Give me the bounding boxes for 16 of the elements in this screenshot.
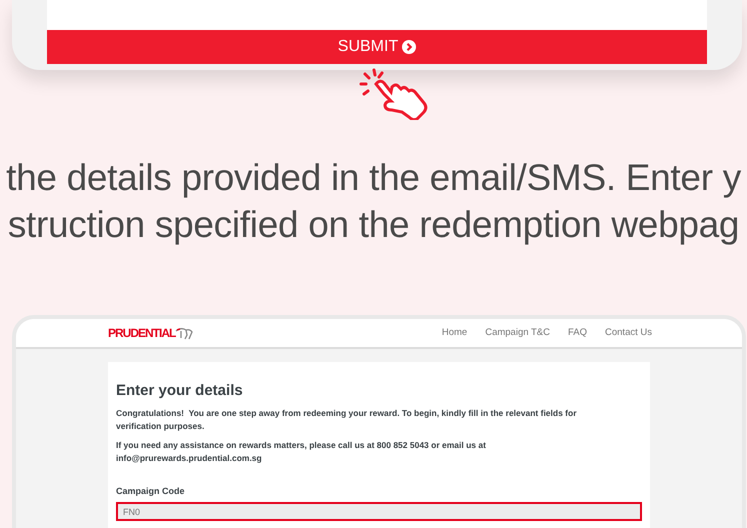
info-paragraph: Congratulations! You are one step away from redeeming your reward. To begin, kindly fill in the relevant fields for verification purposes. bbox=[116, 406, 578, 432]
instruction-text: the details provided in the email/SMS. Enter y bbox=[6, 156, 741, 200]
field-label: Campaign Code bbox=[116, 484, 186, 498]
logo-text: PRUDENTIAL bbox=[108, 325, 176, 342]
campaign-code-field[interactable]: FN0 bbox=[116, 502, 642, 521]
nav-link[interactable]: Contact Us bbox=[605, 326, 652, 340]
nav-link[interactable]: Campaign T&C bbox=[485, 326, 550, 340]
instruction-text: struction specified on the redemption webpag bbox=[8, 203, 740, 247]
info-paragraph: If you need any assistance on rewards matters, please call us at 800 852 5043 or email us at info@prurewards.prudential.com.sg bbox=[116, 438, 487, 464]
tapping-hand-icon bbox=[358, 68, 430, 120]
lion-logo-icon bbox=[175, 326, 194, 340]
chevron-circle-icon bbox=[402, 40, 416, 54]
submit-button[interactable]: SUBMIT bbox=[47, 30, 707, 64]
form-title: Enter your details bbox=[116, 381, 244, 401]
nav-link[interactable]: FAQ bbox=[568, 326, 587, 340]
nav-link[interactable]: Home bbox=[442, 326, 468, 340]
